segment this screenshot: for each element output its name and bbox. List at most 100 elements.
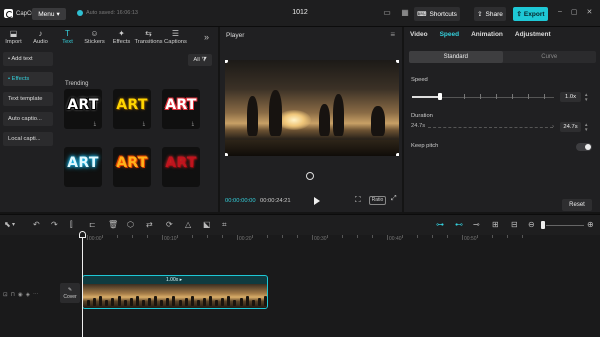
preview-axis-icon[interactable]: ⊟	[511, 220, 518, 230]
rotate-handle-icon[interactable]	[306, 172, 314, 180]
inspector-tab-adjustment[interactable]: Adjustment	[509, 27, 557, 43]
ruler-label: 00:20	[239, 236, 252, 242]
transform-icon[interactable]: ⬕	[203, 220, 211, 230]
magnet-icon[interactable]: ⊶	[436, 220, 444, 230]
download-icon[interactable]: ⤓	[192, 121, 194, 127]
track-settings-icon[interactable]: ⊡	[3, 292, 8, 298]
download-icon[interactable]: ⤓	[94, 121, 96, 127]
ruler-minor-tick	[282, 235, 283, 238]
eye-icon[interactable]: ◉	[18, 292, 23, 298]
text-template-tile[interactable]: ART ⤓	[64, 89, 102, 129]
edit-pen-icon: ✎	[67, 286, 73, 293]
link-icon[interactable]: ⊷	[455, 220, 463, 230]
select-cursor-icon[interactable]: ⬉	[4, 220, 11, 230]
maximize-icon[interactable]: ▢	[571, 8, 578, 16]
chevron-double-right-icon[interactable]: »	[204, 32, 209, 42]
text-template-tile[interactable]: ART	[113, 147, 151, 187]
mask-icon[interactable]: ⬡	[127, 220, 134, 230]
minimize-icon[interactable]: –	[558, 8, 562, 16]
thumbnail-silhouette	[129, 298, 133, 306]
zoom-in-icon[interactable]: ⊕	[587, 220, 594, 230]
playhead[interactable]	[82, 231, 83, 337]
tab-text[interactable]: T Text	[54, 27, 81, 48]
tab-label: Text	[62, 39, 73, 45]
chain-icon[interactable]: ⊸	[473, 220, 480, 230]
sidebar-item[interactable]: Local capti...	[3, 132, 53, 146]
text-template-tile[interactable]: ART	[162, 147, 200, 187]
sidebar-item[interactable]: Text template	[3, 92, 53, 106]
triangle-icon[interactable]: △	[185, 220, 191, 230]
project-title[interactable]: 1012	[268, 9, 332, 16]
segment-standard[interactable]: Standard	[409, 51, 503, 63]
mirror-icon[interactable]: ⇄	[146, 220, 153, 230]
delete-left-icon[interactable]: ⊏	[89, 220, 96, 230]
monitor-icon[interactable]: ▭	[382, 8, 392, 18]
speed-value-input[interactable]: 1.0x	[560, 92, 581, 102]
tab-effects[interactable]: ✦ Effects	[108, 27, 135, 48]
video-clip[interactable]: 1.00x ▸	[82, 275, 268, 309]
playhead-handle[interactable]	[79, 231, 86, 238]
thumbnail-silhouette	[209, 296, 212, 306]
redo-icon[interactable]: ↷	[51, 220, 58, 230]
chevron-down-icon[interactable]: ▾	[12, 220, 15, 230]
layout-icon[interactable]: ▦	[400, 8, 410, 18]
video-preview[interactable]	[225, 60, 399, 156]
resize-handle[interactable]	[225, 60, 228, 63]
resize-handle[interactable]	[396, 60, 399, 63]
segment-curve[interactable]: Curve	[503, 51, 597, 63]
tab-audio[interactable]: ♪ Audio	[27, 27, 54, 48]
split-icon[interactable]: ⫿	[70, 220, 73, 230]
hamburger-menu-icon[interactable]: ≡	[390, 30, 395, 39]
inspector-tab-video[interactable]: Video	[404, 27, 434, 43]
tab-stickers[interactable]: ☺ Stickers	[81, 27, 108, 48]
close-icon[interactable]: ✕	[587, 8, 593, 16]
template-preview-text: ART	[165, 155, 197, 171]
inspector-tab-speed[interactable]: Speed	[434, 27, 466, 43]
text-template-tile[interactable]: ART ⤓	[113, 89, 151, 129]
duration-value-input[interactable]: 24.7s	[560, 122, 581, 132]
text-template-tile[interactable]: ART	[64, 147, 102, 187]
text-template-tile[interactable]: ART ⤓	[162, 89, 200, 129]
export-button[interactable]: ⇧ Export	[513, 7, 548, 21]
zoom-slider-track[interactable]	[546, 225, 584, 226]
ratio-button[interactable]: Ratio	[369, 196, 386, 205]
sidebar-item[interactable]: • Add text	[3, 52, 53, 66]
menu-button[interactable]: Menu ▾	[32, 8, 66, 20]
trash-icon[interactable]: 🗑	[108, 220, 118, 230]
thumbnail-silhouette	[123, 300, 127, 306]
share-button[interactable]: ⇪ Share	[474, 7, 506, 21]
tab-import[interactable]: ⬓ Import	[0, 27, 27, 48]
resize-handle[interactable]	[225, 153, 228, 156]
undo-icon[interactable]: ↶	[33, 220, 40, 230]
rotate-icon[interactable]: ⟳	[166, 220, 173, 230]
lock-icon[interactable]: ⊓	[11, 292, 15, 298]
crop-icon[interactable]: ⛶	[355, 195, 361, 205]
play-icon[interactable]	[314, 197, 320, 205]
resize-handle[interactable]	[396, 153, 399, 156]
align-icon[interactable]: ⊞	[492, 220, 499, 230]
speed-slider-knob[interactable]	[438, 93, 442, 100]
sidebar-item[interactable]: Auto captio...	[3, 112, 53, 126]
reset-button[interactable]: Reset	[562, 199, 592, 211]
keep-pitch-toggle[interactable]	[576, 143, 592, 151]
sidebar-item[interactable]: • Effects	[3, 72, 53, 86]
tab-captions[interactable]: ☰ Captions	[162, 27, 189, 48]
more-icon[interactable]: ⋯	[33, 292, 39, 298]
ruler-minor-tick	[117, 235, 118, 238]
time-ruler[interactable]: 00:00 00:10 00:20 00:30 00:40 00:50	[82, 235, 600, 244]
thumbnail-silhouette	[111, 298, 115, 306]
ruler-minor-tick	[402, 235, 403, 238]
filter-all-button[interactable]: All ⧩	[188, 54, 212, 66]
cover-button[interactable]: ✎ Cover	[60, 283, 80, 303]
download-icon[interactable]: ⤓	[143, 121, 145, 127]
zoom-out-icon[interactable]: ⊖	[528, 220, 535, 230]
inspector-tab-animation[interactable]: Animation	[465, 27, 509, 43]
audio-mute-icon[interactable]: ◈	[26, 292, 30, 298]
fullscreen-icon[interactable]: ⤢	[391, 195, 397, 203]
crop-icon[interactable]: ⌗	[222, 220, 227, 230]
spin-down-icon[interactable]: ▼	[584, 97, 588, 102]
shortcuts-button[interactable]: ⌨ Shortcuts	[414, 7, 460, 21]
tab-transitions[interactable]: ⇆ Transitions	[134, 27, 162, 48]
spin-down-icon[interactable]: ▼	[584, 127, 588, 132]
zoom-slider-knob[interactable]	[541, 221, 545, 229]
